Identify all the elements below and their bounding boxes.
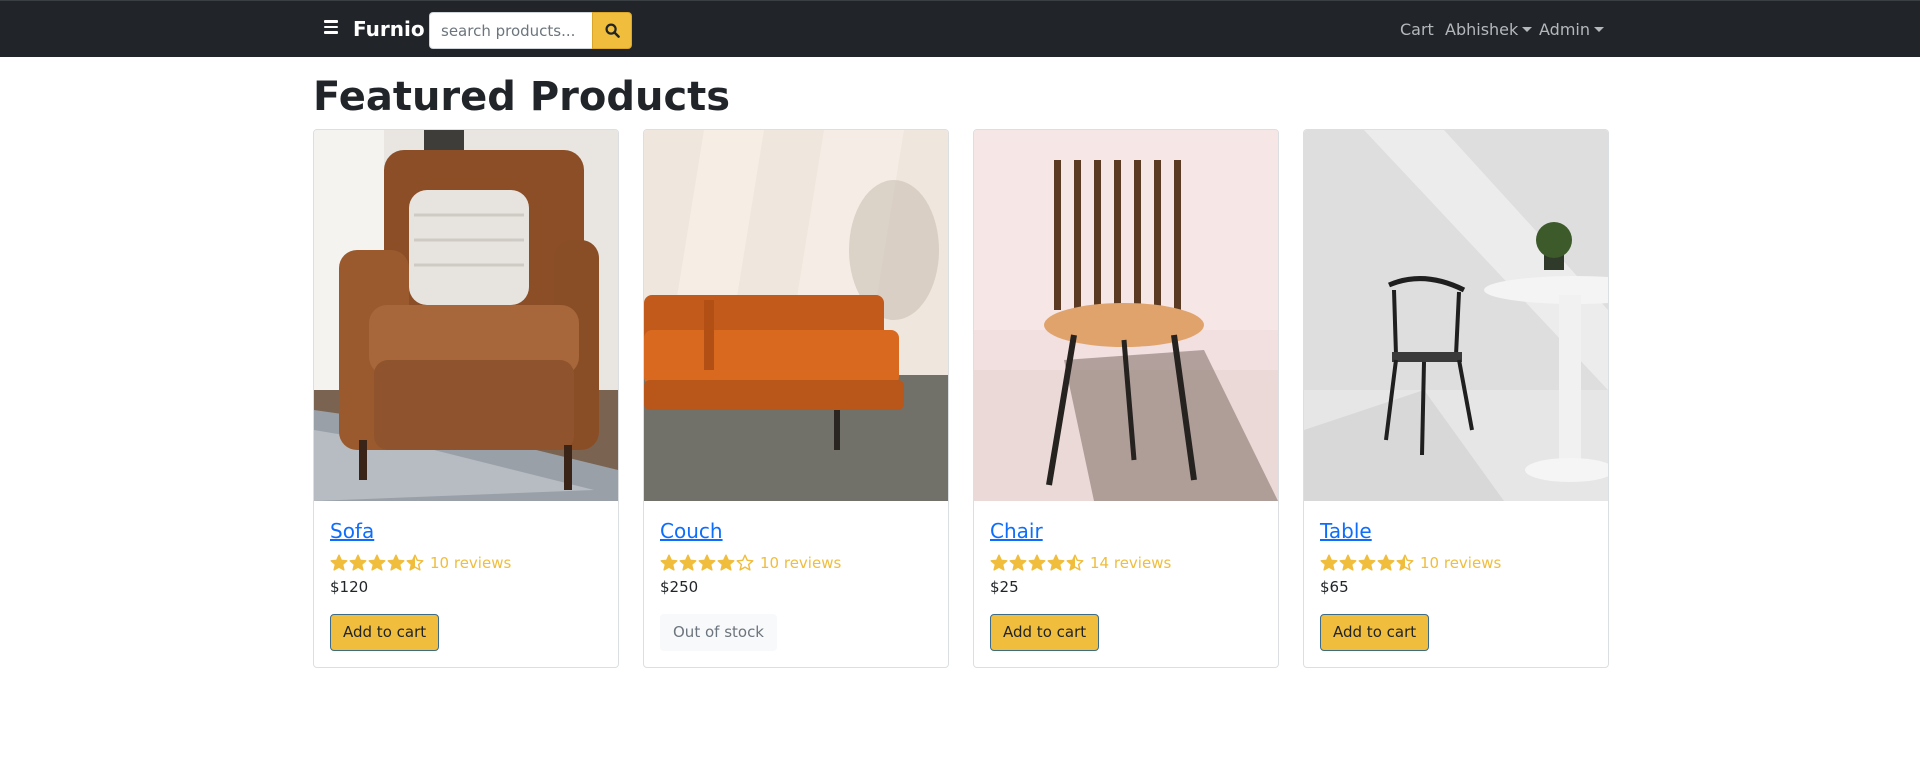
page-title: Featured Products [313, 74, 731, 120]
product-price: $250 [660, 578, 699, 596]
search-button[interactable] [592, 12, 632, 49]
star-full-icon [1320, 554, 1338, 571]
star-half-icon [406, 554, 424, 571]
out-of-stock-button: Out of stock [660, 614, 777, 651]
product-name-link[interactable]: Sofa [330, 519, 374, 543]
user-dropdown-label: Abhishek [1445, 20, 1519, 39]
star-full-icon [349, 554, 367, 571]
product-card: Sofa 10 reviews $120 Add to cart [313, 129, 619, 668]
product-image[interactable] [1304, 130, 1608, 501]
add-to-cart-button[interactable]: Add to cart [330, 614, 440, 651]
user-dropdown[interactable]: Abhishek [1445, 20, 1533, 39]
star-full-icon [1047, 554, 1065, 571]
product-price: $25 [990, 578, 1019, 596]
product-card: Chair 14 reviews $25 Add to cart [973, 129, 1279, 668]
cart-link[interactable]: Cart [1400, 20, 1434, 39]
navbar-container: Furnio Cart Abhishek Admin [313, 1, 1607, 58]
star-half-icon [1396, 554, 1414, 571]
rating-stars [660, 554, 754, 572]
navbar: Furnio Cart Abhishek Admin [0, 0, 1920, 57]
reviews-count: 10 reviews [430, 554, 512, 572]
star-full-icon [660, 554, 678, 571]
add-to-cart-button[interactable]: Add to cart [1320, 614, 1430, 651]
star-full-icon [1339, 554, 1357, 571]
menu-icon[interactable] [324, 20, 338, 34]
product-name-link[interactable]: Couch [660, 519, 723, 543]
star-full-icon [679, 554, 697, 571]
brand-logo[interactable]: Furnio [353, 17, 425, 41]
product-card: Couch 10 reviews $250 Out of stock [643, 129, 949, 668]
star-empty-icon [736, 554, 754, 571]
rating-stars [330, 554, 424, 572]
star-full-icon [330, 554, 348, 571]
star-full-icon [387, 554, 405, 571]
add-to-cart-button[interactable]: Add to cart [990, 614, 1100, 651]
star-full-icon [1358, 554, 1376, 571]
search-icon [604, 23, 620, 38]
reviews-count: 10 reviews [1420, 554, 1502, 572]
product-image[interactable] [314, 130, 618, 501]
reviews-count: 10 reviews [760, 554, 842, 572]
star-full-icon [990, 554, 1008, 571]
product-rating: 10 reviews [1320, 553, 1501, 573]
star-full-icon [698, 554, 716, 571]
product-rating: 10 reviews [660, 553, 841, 573]
product-price: $120 [330, 578, 369, 596]
admin-dropdown[interactable]: Admin [1539, 20, 1604, 39]
product-rating: 14 reviews [990, 553, 1171, 573]
product-name-link[interactable]: Chair [990, 519, 1043, 543]
reviews-count: 14 reviews [1090, 554, 1172, 572]
product-card: Table 10 reviews $65 Add to cart [1303, 129, 1609, 668]
star-half-icon [1066, 554, 1084, 571]
product-name-link[interactable]: Table [1320, 519, 1372, 543]
product-image[interactable] [644, 130, 948, 501]
star-full-icon [1009, 554, 1027, 571]
product-price: $65 [1320, 578, 1349, 596]
admin-dropdown-label: Admin [1539, 20, 1590, 39]
caret-down-icon [1594, 27, 1604, 32]
rating-stars [990, 554, 1084, 572]
star-full-icon [717, 554, 735, 571]
star-full-icon [1028, 554, 1046, 571]
product-image[interactable] [974, 130, 1278, 501]
rating-stars [1320, 554, 1414, 572]
star-full-icon [1377, 554, 1395, 571]
search-input[interactable] [429, 12, 592, 49]
product-rating: 10 reviews [330, 553, 511, 573]
caret-down-icon [1522, 27, 1533, 32]
star-full-icon [368, 554, 386, 571]
